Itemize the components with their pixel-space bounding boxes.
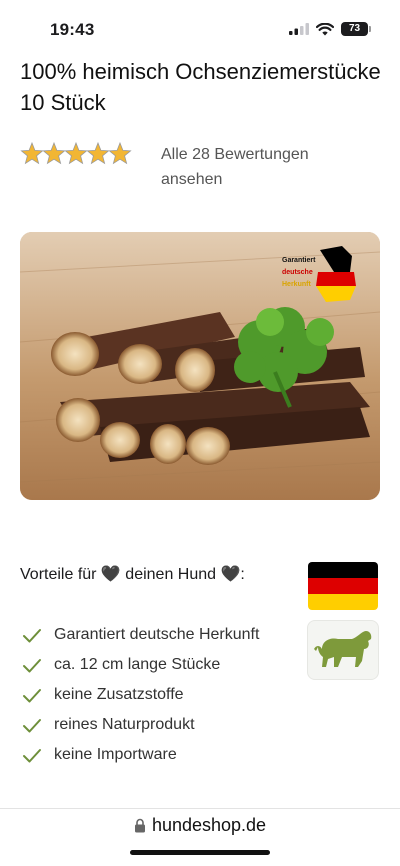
product-photo [20,232,380,500]
benefit-text: Garantiert deutsche Herkunft [54,626,260,643]
product-title: 100% heimisch Ochsenziemerstücke 10 Stüc… [20,59,381,115]
reviews-link[interactable]: Alle 28 Bewertungen ansehen [161,142,361,192]
benefit-item: ca. 12 cm lange Stücke [20,650,300,680]
benefit-item: keine Importware [20,740,300,770]
badge-line-1: Garantiert [282,257,316,264]
benefit-item: keine Zusatzstoffe [20,680,300,710]
benefit-text: keine Importware [54,746,177,763]
home-indicator[interactable] [130,850,270,855]
badge-line-2: deutsche [282,269,313,276]
check-icon [23,689,41,703]
benefit-text: reines Naturprodukt [54,716,195,733]
germany-flag-icon [308,562,378,610]
rating-row: Alle 28 Bewertungen ansehen [20,140,380,196]
benefit-item: Garantiert deutsche Herkunft [20,620,300,650]
lock-icon [134,818,145,833]
product-image[interactable]: Garantiert deutsche Herkunft [20,232,380,500]
wifi-icon [316,22,334,35]
benefits-list: Garantiert deutsche Herkunft ca. 12 cm l… [20,620,300,770]
battery-icon: 73 [341,22,371,36]
dog-icon [307,620,379,680]
check-icon [23,629,41,643]
check-icon [23,659,41,673]
benefit-text: keine Zusatzstoffe [54,686,184,703]
status-icons: 73 [289,22,371,36]
status-time: 19:43 [50,20,95,39]
benefits-heading: Vorteile für 🖤 deinen Hund 🖤: [20,566,245,583]
url-text: hundeshop.de [151,815,267,835]
check-icon [23,719,41,733]
benefit-item: reines Naturprodukt [20,710,300,740]
divider [0,808,400,809]
badge-line-3: Herkunft [282,281,311,288]
benefit-text: ca. 12 cm lange Stücke [54,656,221,673]
cellular-signal-icon [289,23,309,35]
browser-url-bar[interactable]: hundeshop.de [0,815,400,845]
status-bar: 19:43 73 [0,0,400,58]
star-rating-icon [20,141,132,165]
check-icon [23,749,41,763]
